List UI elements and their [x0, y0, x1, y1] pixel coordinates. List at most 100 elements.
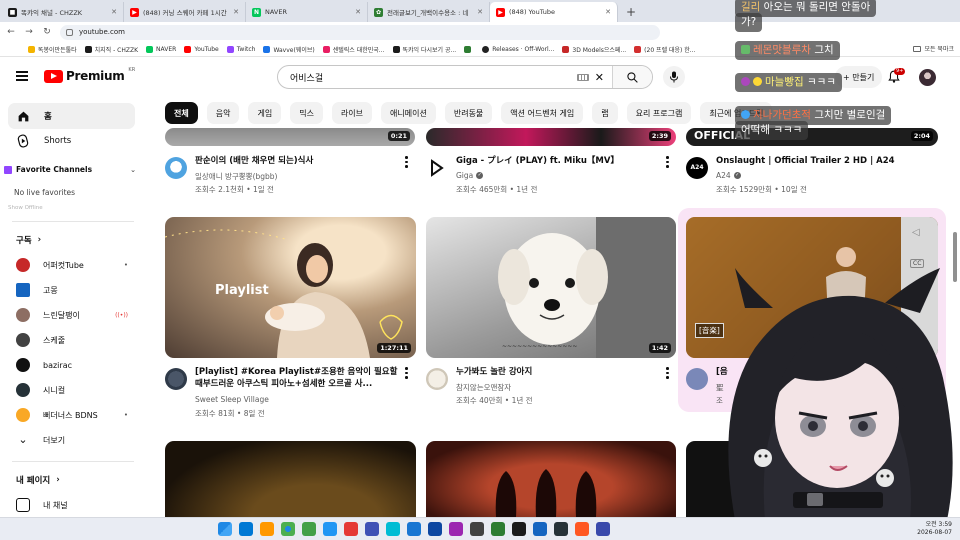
bookmark[interactable]: NAVER — [146, 45, 176, 53]
browser-tab-active[interactable]: ▶ (848) YouTube ✕ — [490, 2, 618, 22]
video-title[interactable]: [Playlist] #Korea Playlist#조용한 음악이 필요할 때… — [195, 366, 405, 390]
browser-tab[interactable]: N NAVER ✕ — [246, 2, 368, 22]
show-more-button[interactable]: ⌄ 더보기 — [16, 430, 128, 450]
tab-close-icon[interactable]: ✕ — [605, 8, 611, 16]
subscription-item[interactable]: 고몽 — [16, 280, 128, 300]
bookmark[interactable]: Wavve(웨이브) — [263, 45, 315, 54]
taskbar-app-icon[interactable] — [428, 522, 442, 536]
taskbar-app-icon[interactable] — [512, 522, 526, 536]
forward-icon[interactable]: → — [24, 27, 34, 37]
tab-close-icon[interactable]: ✕ — [233, 8, 239, 16]
bookmark[interactable]: (20 프렐 대응) 한... — [634, 45, 696, 54]
channel-name[interactable]: Giga ✓ — [456, 171, 484, 180]
video-thumbnail[interactable] — [426, 441, 676, 517]
channel-avatar[interactable]: A24 — [686, 157, 708, 179]
tab-close-icon[interactable]: ✕ — [355, 8, 361, 16]
bookmark[interactable]: 똑캬익 다시보기 공... — [392, 45, 456, 54]
chrome-icon[interactable] — [281, 522, 295, 536]
taskbar-app-icon[interactable] — [554, 522, 568, 536]
taskbar-app-icon[interactable] — [302, 522, 316, 536]
taskbar-app-icon[interactable] — [239, 522, 253, 536]
taskbar-app-icon[interactable] — [260, 522, 274, 536]
more-options-icon[interactable] — [405, 367, 408, 379]
more-options-icon[interactable] — [666, 367, 669, 379]
chip[interactable]: 액션 어드벤처 게임 — [501, 102, 584, 124]
more-options-icon[interactable] — [405, 156, 408, 168]
taskbar-app-icon[interactable] — [533, 522, 547, 536]
url-field[interactable]: youtube.com — [60, 24, 660, 40]
chip[interactable]: 라이브 — [331, 102, 373, 124]
channel-avatar[interactable] — [426, 368, 448, 390]
bookmark[interactable] — [464, 45, 474, 53]
video-thumbnail[interactable]: ~~~~~~~~~~~~~~~ 1:42 — [426, 217, 676, 358]
bookmark[interactable]: Releases · Off-Worl... — [482, 45, 554, 53]
bookmark[interactable]: Twitch — [226, 45, 255, 53]
show-offline-link[interactable]: Show Offline — [8, 205, 43, 211]
channel-name[interactable]: 일상애니 방구뿡뿡(bgbb) — [195, 171, 277, 182]
new-tab-button[interactable]: + — [618, 2, 644, 22]
channel-avatar[interactable] — [165, 157, 187, 179]
reload-icon[interactable]: ↻ — [42, 27, 52, 37]
tab-close-icon[interactable]: ✕ — [111, 8, 117, 16]
video-thumbnail[interactable]: 0:21 — [165, 128, 415, 146]
taskbar-clock[interactable]: 오전 3:59 2026-08-07 — [917, 521, 952, 537]
more-options-icon[interactable] — [666, 156, 669, 168]
keyboard-icon[interactable] — [576, 73, 589, 81]
browser-tab[interactable]: ■ 똑캬익 채널 - CHZZK ✕ — [2, 2, 124, 22]
taskbar-app-icon[interactable] — [323, 522, 337, 536]
sidebar-item-home[interactable]: 홈 — [8, 103, 135, 129]
chip[interactable]: 요리 프로그램 — [626, 102, 692, 124]
bookmark[interactable]: 똑봉이만든툴타 — [28, 45, 77, 54]
youtube-premium-logo[interactable]: Premium KR — [44, 67, 135, 83]
taskbar-app-icon[interactable] — [470, 522, 484, 536]
video-title[interactable]: 누가봐도 놀란 강아지 — [456, 366, 656, 378]
channel-avatar[interactable] — [165, 368, 187, 390]
bookmark[interactable]: 치지직 - CHZZK — [84, 45, 138, 54]
chip[interactable]: 게임 — [248, 102, 282, 124]
chip[interactable]: 랩 — [592, 102, 618, 124]
subscription-item[interactable]: 뻐더너스 BDNS • — [16, 405, 128, 425]
channel-name[interactable]: 참지않는오맨잠자 — [456, 382, 511, 393]
chip[interactable]: 애니메이션 — [381, 102, 436, 124]
sidebar-item-shorts[interactable]: Shorts — [8, 128, 135, 154]
bookmark[interactable]: 3D Models으스페... — [562, 45, 626, 54]
subscription-item[interactable]: 느린달팽이 ((•)) — [16, 305, 128, 325]
favorite-channels-header[interactable]: Favorite Channels ⌄ — [4, 165, 136, 174]
subscription-item[interactable]: 어퍼컷Tube • — [16, 255, 128, 275]
sidebar-item-my-channel[interactable]: 내 채널 — [16, 495, 128, 515]
channel-name[interactable]: Sweet Sleep Village — [195, 395, 269, 404]
bookmark[interactable]: 센텔릭스 대한민국... — [322, 45, 385, 54]
search-button[interactable] — [612, 66, 652, 88]
my-page-header[interactable]: 내 페이지 › — [16, 474, 60, 486]
browser-tab[interactable]: ▶ (848) 커닝 스퀘어 카페 1시간 ✕ — [124, 2, 246, 22]
taskbar-app-icon[interactable] — [596, 522, 610, 536]
tab-close-icon[interactable]: ✕ — [477, 8, 483, 16]
channel-avatar[interactable] — [426, 157, 448, 179]
taskbar-app-icon[interactable] — [491, 522, 505, 536]
video-thumbnail[interactable]: Playlist 1:27:11 — [165, 217, 416, 358]
taskbar-app-icon[interactable] — [344, 522, 358, 536]
captions-icon[interactable]: CC — [910, 259, 925, 268]
video-thumbnail[interactable] — [165, 441, 416, 517]
channel-name[interactable]: A24 ✓ — [716, 171, 741, 180]
video-title[interactable]: 판순이의 (배만 채우면 되는)식사 — [195, 155, 395, 167]
subscriptions-header[interactable]: 구독 › — [16, 234, 41, 246]
site-info-icon[interactable] — [66, 28, 73, 36]
subscription-item[interactable]: 스케줄 — [16, 330, 128, 350]
chip[interactable]: 믹스 — [290, 102, 323, 124]
taskbar-app-icon[interactable] — [365, 522, 379, 536]
voice-search-button[interactable] — [663, 66, 685, 88]
subscription-item[interactable]: 시니컬 — [16, 380, 128, 400]
menu-icon[interactable] — [16, 71, 28, 81]
taskbar-app-icon[interactable] — [386, 522, 400, 536]
clear-search-icon[interactable]: ✕ — [595, 71, 604, 84]
chip-all[interactable]: 전체 — [165, 102, 198, 124]
start-icon[interactable] — [218, 522, 232, 536]
back-icon[interactable]: ← — [6, 27, 16, 37]
taskbar-app-icon[interactable] — [575, 522, 589, 536]
chip[interactable]: 음악 — [206, 102, 240, 124]
mute-icon[interactable]: ◁ — [912, 227, 920, 238]
browser-tab[interactable]: ✿ 전래글보기_개백이수용소 : 네 ✕ — [368, 2, 490, 22]
subscription-item[interactable]: bazirac — [16, 355, 128, 375]
channel-avatar[interactable] — [686, 368, 708, 390]
